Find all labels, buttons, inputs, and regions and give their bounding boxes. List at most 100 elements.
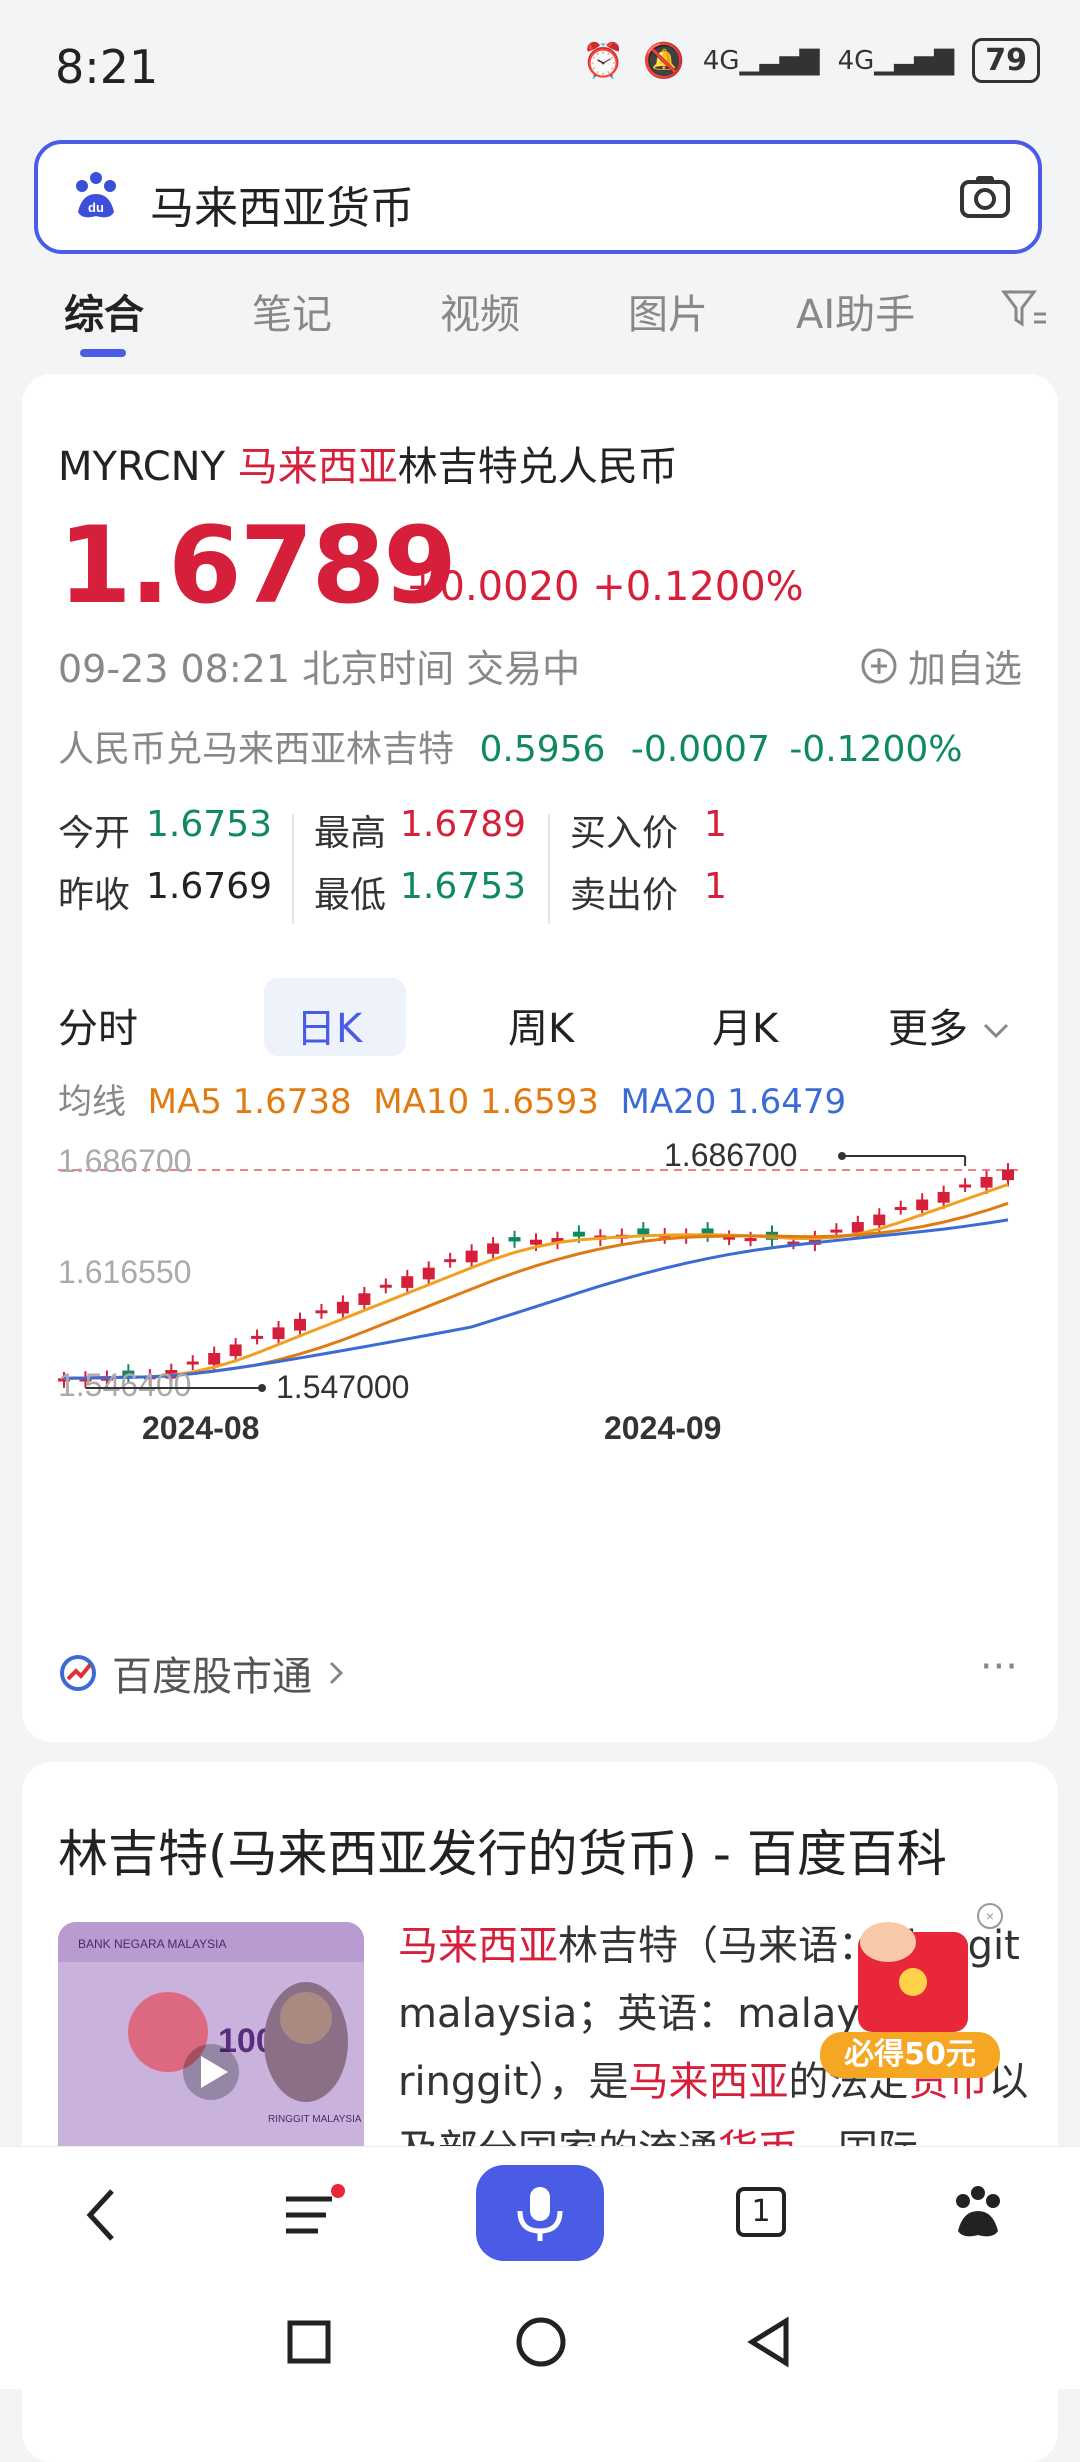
quote-change: +0.0020 +0.1200% (406, 564, 804, 610)
status-icons: ⏰ 🔕 4G▁▃▅▇ 4G▁▃▅▇ 79 (582, 38, 1040, 83)
svg-text:×: × (986, 1908, 994, 1924)
divider (292, 814, 294, 924)
quote-meta: 09-23 08:21 北京时间 交易中 (58, 647, 581, 691)
y-tick-label: 1.616550 (58, 1254, 191, 1290)
ma-legend: 均线 MA5 1.6738 MA10 1.6593 MA20 1.6479 (58, 1082, 847, 1122)
svg-text:du: du (88, 200, 104, 215)
tab-images[interactable]: 图片 (628, 282, 708, 340)
candle (315, 1310, 328, 1314)
quote-price: 1.6789 (58, 504, 457, 627)
candle (208, 1352, 221, 1365)
mute-icon: 🔕 (642, 40, 685, 81)
y-tick-label: 1.546400 (58, 1367, 191, 1403)
search-bar[interactable]: du 马来西亚货币 (34, 140, 1042, 254)
chevron-down-icon (983, 1023, 1008, 1039)
ktab-weekly[interactable]: 周K (508, 996, 574, 1054)
quote-card: MYRCNY 马来西亚林吉特兑人民币 1.6789 +0.0020 +0.120… (22, 374, 1058, 1742)
candle (572, 1231, 585, 1237)
candle (937, 1191, 950, 1203)
candle (379, 1284, 392, 1288)
more-options-icon[interactable]: ··· (980, 1644, 1018, 1690)
candle (465, 1250, 478, 1263)
reverse-quote[interactable]: 人民币兑马来西亚林吉特 0.5956 -0.0007 -0.1200% (58, 720, 962, 772)
red-envelope-promo[interactable]: × 必得50元 (818, 1902, 1008, 2092)
home-icon[interactable] (514, 2315, 568, 2369)
candle (830, 1229, 843, 1233)
add-favorite-button[interactable]: 加自选 (860, 638, 1022, 693)
banknote-image[interactable]: BANK NEGARA MALAYSIA 100 RINGGIT MALAYSI… (58, 1922, 364, 2182)
candlestick-chart[interactable]: 1.686700 1.616550 1.546400 2024-08 2024-09 1.… (22, 1134, 1058, 1494)
baidu-paw-icon: du (76, 172, 116, 218)
candle (272, 1327, 285, 1340)
candle (358, 1293, 371, 1305)
svg-text:必得50元: 必得50元 (844, 2037, 976, 2072)
tab-active-indicator (80, 349, 126, 357)
high-value: 1.6789 (400, 804, 526, 845)
open-value: 1.6753 (146, 804, 272, 845)
tab-all[interactable]: 综合 (64, 282, 144, 340)
candle (637, 1228, 650, 1235)
y-tick-label: 1.686700 (58, 1143, 191, 1179)
filter-icon[interactable] (1000, 286, 1050, 332)
ma5-line (63, 1183, 1009, 1380)
system-back-icon[interactable] (744, 2315, 794, 2369)
candle (444, 1259, 457, 1263)
svg-text:RINGGIT MALAYSIA: RINGGIT MALAYSIA (268, 2114, 362, 2125)
bottom-navigation: 1 (0, 2146, 1080, 2389)
tab-notes[interactable]: 笔记 (252, 282, 332, 340)
tab-ai[interactable]: AI助手 (796, 282, 915, 340)
high-annotation-label: 1.686700 (664, 1137, 797, 1173)
candle (336, 1301, 349, 1314)
camera-icon[interactable] (956, 168, 1014, 226)
status-time: 8:21 (55, 40, 159, 94)
bid-label: 买入价 (570, 813, 679, 854)
microphone-icon (517, 2187, 563, 2241)
plus-circle-icon (861, 648, 897, 683)
ma10-line (63, 1201, 1009, 1380)
menu-icon[interactable] (280, 2183, 350, 2247)
recent-apps-icon[interactable] (284, 2317, 334, 2367)
candle (744, 1238, 757, 1242)
kline-tabs: 分时 日K 周K 月K 更多 (22, 978, 1058, 1058)
candle (508, 1237, 521, 1242)
low-value: 1.6753 (400, 866, 526, 907)
ask-value: 1 (704, 866, 727, 907)
signal-icon-1: 4G▁▃▅▇ (702, 45, 820, 76)
stock-app-logo-icon (60, 1655, 96, 1691)
baike-title[interactable]: 林吉特(马来西亚发行的货币) - 百度百科 (58, 1814, 947, 1886)
candle (980, 1176, 993, 1188)
ktab-intraday[interactable]: 分时 (58, 996, 138, 1054)
candle (894, 1207, 907, 1211)
candle (916, 1199, 929, 1211)
candle (229, 1344, 242, 1357)
divider (548, 814, 550, 924)
baidu-home-icon[interactable] (948, 2183, 1008, 2243)
ktab-daily[interactable]: 日K (296, 996, 362, 1054)
bid-value: 1 (704, 804, 727, 845)
candle (251, 1335, 264, 1339)
banknote-illustration: BANK NEGARA MALAYSIA 100 RINGGIT MALAYSI… (58, 1922, 364, 2182)
quote-title: MYRCNY 马来西亚林吉特兑人民币 (58, 444, 678, 490)
ktab-monthly[interactable]: 月K (712, 996, 778, 1054)
alarm-icon: ⏰ (582, 40, 625, 81)
ktab-more[interactable]: 更多 (888, 996, 1011, 1054)
tab-video[interactable]: 视频 (440, 282, 520, 340)
candle (294, 1318, 306, 1331)
candle (530, 1239, 542, 1245)
chevron-right-icon (329, 1661, 344, 1685)
low-annotation-label: 1.547000 (276, 1369, 409, 1405)
candle (873, 1214, 886, 1226)
high-annotation-dot (838, 1152, 846, 1160)
red-envelope-icon: × 必得50元 (820, 1903, 1003, 2078)
svg-text:BANK NEGARA MALAYSIA: BANK NEGARA MALAYSIA (78, 1937, 227, 1951)
candle (401, 1276, 414, 1288)
tabs-count-button[interactable]: 1 (736, 2187, 786, 2237)
quote-stats: 今开 昨收 1.6753 1.6769 最高 最低 1.6789 1.6753 … (58, 804, 1058, 924)
voice-search-button[interactable] (476, 2165, 604, 2261)
candle (487, 1243, 500, 1254)
back-arrow-icon[interactable] (78, 2185, 128, 2245)
status-bar: 8:21 ⏰ 🔕 4G▁▃▅▇ 4G▁▃▅▇ 79 (0, 0, 1080, 130)
search-input[interactable]: 马来西亚货币 (150, 172, 414, 236)
stock-service-link[interactable]: 百度股市通 (58, 1644, 346, 1702)
prev-close-value: 1.6769 (146, 866, 272, 907)
